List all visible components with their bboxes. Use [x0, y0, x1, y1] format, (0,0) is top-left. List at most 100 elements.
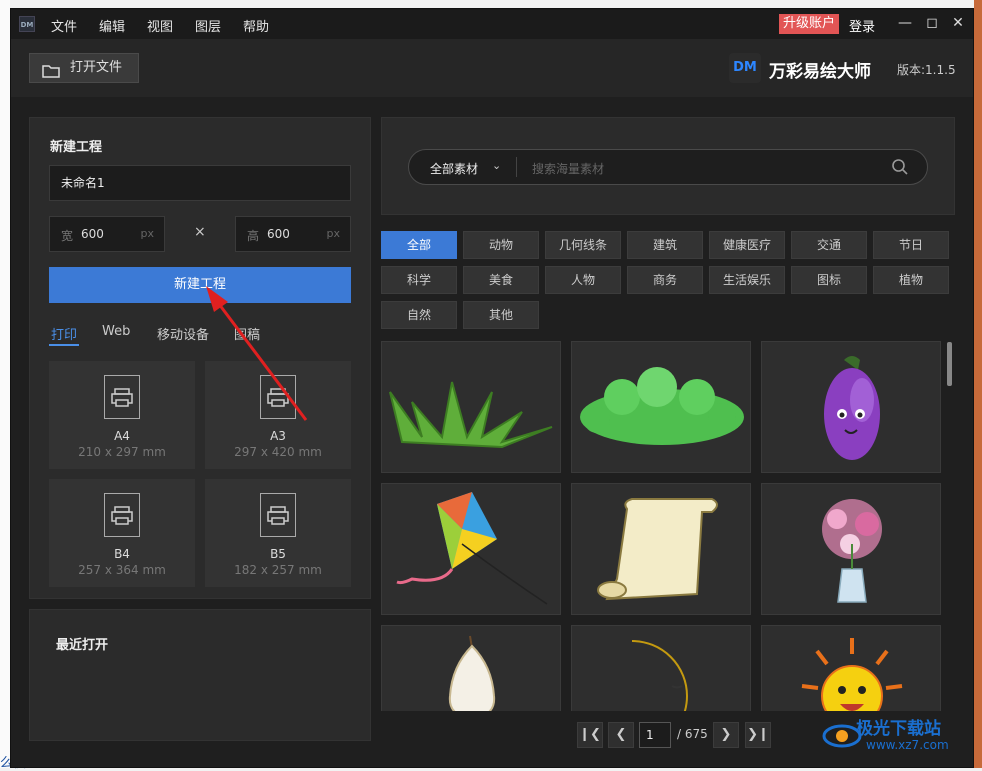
category-science[interactable]: 科学 — [381, 266, 457, 294]
grass-asset — [389, 381, 553, 449]
height-unit: px — [326, 227, 341, 240]
preset-size: 182 x 257 mm — [234, 563, 322, 577]
menu-help[interactable]: 帮助 — [243, 16, 269, 35]
preset-name: A4 — [114, 429, 130, 443]
category-icons[interactable]: 图标 — [791, 266, 867, 294]
recent-panel: 最近打开 — [29, 609, 371, 741]
category-other[interactable]: 其他 — [463, 301, 539, 329]
preset-size: 297 x 420 mm — [234, 445, 322, 459]
next-page-icon[interactable]: ❯ — [713, 722, 739, 748]
preset-name: A3 — [270, 429, 286, 443]
asset-tile-moon[interactable] — [571, 625, 751, 711]
category-people[interactable]: 人物 — [545, 266, 621, 294]
project-name-input[interactable]: 未命名1 — [49, 165, 351, 201]
brand-name: 万彩易绘大师 — [769, 62, 871, 82]
height-value: 600 — [267, 227, 290, 241]
asset-scrollbar[interactable] — [947, 342, 952, 386]
width-label: 宽 — [61, 229, 74, 243]
printer-icon — [104, 375, 140, 419]
search-input[interactable]: 搜索海量素材 — [532, 160, 604, 177]
chevron-down-icon[interactable]: ⌄ — [492, 159, 501, 172]
category-health[interactable]: 健康医疗 — [709, 231, 785, 259]
width-unit: px — [140, 227, 155, 240]
height-input[interactable]: 高 600 px — [235, 216, 351, 252]
app-logo-icon: DM — [19, 16, 35, 32]
menu-layer[interactable]: 图层 — [195, 16, 221, 35]
category-all[interactable]: 全部 — [381, 231, 457, 259]
upgrade-account-button[interactable]: 升级账户 — [779, 14, 840, 34]
background-window-left — [0, 0, 10, 768]
asset-tile-scroll[interactable] — [571, 483, 751, 615]
category-lifestyle[interactable]: 生活娱乐 — [709, 266, 785, 294]
version-label: 版本:1.1.5 — [897, 63, 956, 77]
menu-view[interactable]: 视图 — [147, 16, 173, 35]
width-input[interactable]: 宽 600 px — [49, 216, 165, 252]
category-building[interactable]: 建筑 — [627, 231, 703, 259]
preset-b5-card[interactable]: B5 182 x 257 mm — [205, 479, 351, 587]
sun-asset — [801, 638, 903, 711]
toolbar: 打开文件 DM 万彩易绘大师 版本:1.1.5 — [11, 39, 973, 97]
category-festival[interactable]: 节日 — [873, 231, 949, 259]
preset-b4-card[interactable]: B4 257 x 364 mm — [49, 479, 195, 587]
scroll-asset — [597, 498, 718, 601]
category-animal[interactable]: 动物 — [463, 231, 539, 259]
prev-page-icon[interactable]: ❮ — [608, 722, 634, 748]
width-value: 600 — [81, 227, 104, 241]
search-bar: 全部素材 ⌄ 搜索海量素材 — [408, 149, 928, 185]
watermark-text: 极光下载站 — [856, 719, 941, 739]
asset-tile-pear[interactable] — [381, 625, 561, 711]
eggplant-asset — [824, 356, 880, 460]
search-panel: 全部素材 ⌄ 搜索海量素材 — [381, 117, 955, 215]
flower-vase-asset — [822, 499, 882, 603]
preset-size: 210 x 297 mm — [78, 445, 166, 459]
tab-artwork[interactable]: 图稿 — [234, 324, 260, 343]
login-button[interactable]: 登录 — [849, 16, 875, 35]
preset-a3-card[interactable]: A3 297 x 420 mm — [205, 361, 351, 469]
bush-asset — [580, 367, 744, 445]
asset-grid — [381, 341, 955, 711]
search-divider — [516, 157, 517, 177]
printer-icon — [104, 493, 140, 537]
watermark-url: www.xz7.com — [866, 738, 949, 752]
menu-edit[interactable]: 编辑 — [99, 16, 125, 35]
page-total: / 675 — [677, 727, 708, 741]
asset-tile-sun[interactable] — [761, 625, 941, 711]
maximize-icon[interactable]: ◻ — [923, 15, 941, 31]
preset-size: 257 x 364 mm — [78, 563, 166, 577]
category-food[interactable]: 美食 — [463, 266, 539, 294]
open-file-button[interactable]: 打开文件 — [29, 53, 139, 83]
asset-tile-bush[interactable] — [571, 341, 751, 473]
folder-icon — [42, 61, 60, 89]
preset-a4-card[interactable]: A4 210 x 297 mm — [49, 361, 195, 469]
asset-tile-kite[interactable] — [381, 483, 561, 615]
asset-tile-flower-vase[interactable] — [761, 483, 941, 615]
last-page-icon[interactable]: ❯❙ — [745, 722, 771, 748]
search-icon[interactable] — [891, 158, 909, 179]
category-business[interactable]: 商务 — [627, 266, 703, 294]
category-traffic[interactable]: 交通 — [791, 231, 867, 259]
printer-icon — [260, 493, 296, 537]
tab-mobile[interactable]: 移动设备 — [157, 324, 209, 343]
asset-tile-grass[interactable] — [381, 341, 561, 473]
height-label: 高 — [247, 229, 260, 243]
category-geometry[interactable]: 几何线条 — [545, 231, 621, 259]
tab-print[interactable]: 打印 — [51, 324, 77, 343]
category-plants[interactable]: 植物 — [873, 266, 949, 294]
asset-tile-eggplant[interactable] — [761, 341, 941, 473]
open-file-label: 打开文件 — [70, 60, 123, 75]
category-nature[interactable]: 自然 — [381, 301, 457, 329]
moon-asset — [631, 640, 688, 711]
title-bar: DM 文件 编辑 视图 图层 帮助 升级账户 登录 — ◻ ✕ — [11, 9, 973, 39]
minimize-icon[interactable]: — — [896, 15, 914, 31]
preset-name: B4 — [114, 547, 130, 561]
page-number-input[interactable]: 1 — [639, 722, 671, 748]
filter-select[interactable]: 全部素材 — [430, 160, 478, 177]
create-project-button[interactable]: 新建工程 — [49, 267, 351, 303]
brand-logo-icon: DM — [729, 53, 761, 83]
first-page-icon[interactable]: ❙❮ — [577, 722, 603, 748]
close-icon[interactable]: ✕ — [949, 15, 967, 31]
active-tab-indicator — [49, 344, 79, 346]
menu-file[interactable]: 文件 — [51, 16, 77, 35]
pear-asset — [448, 635, 496, 711]
tab-web[interactable]: Web — [102, 324, 130, 339]
